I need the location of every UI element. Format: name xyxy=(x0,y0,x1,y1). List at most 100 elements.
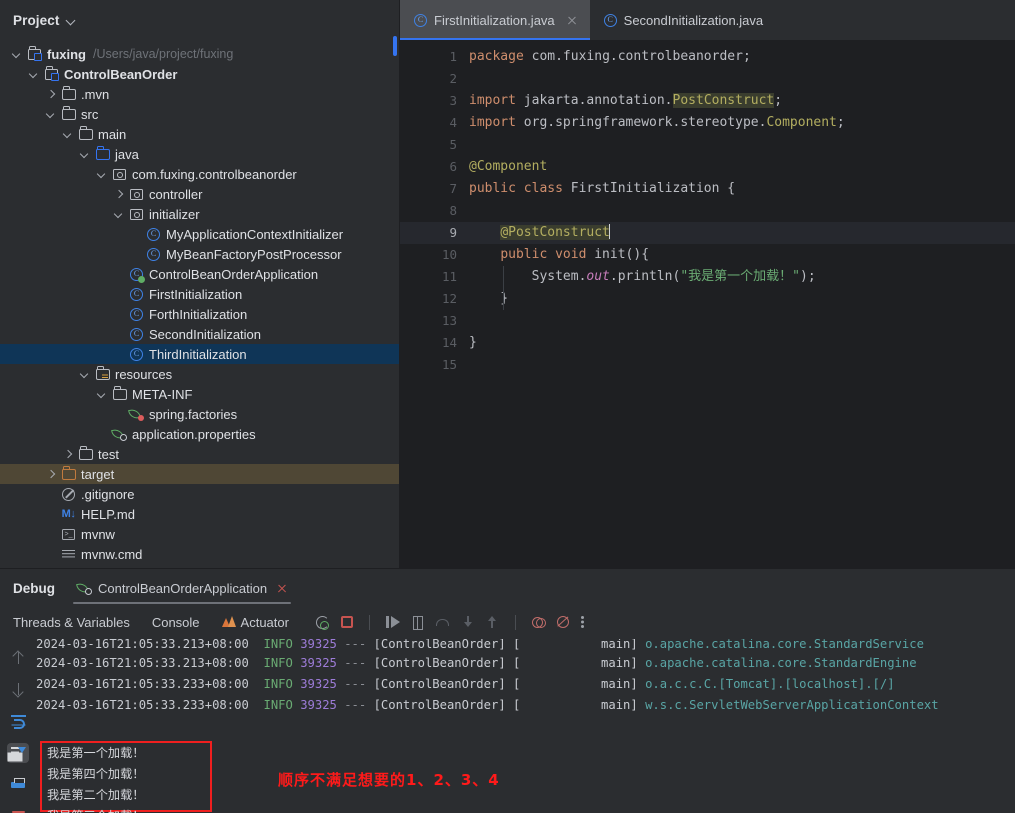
code-editor[interactable]: 1 2 3 4 5 6 7 8 9 10 11 12 13 14 15 package com.fuxing… xyxy=(400,40,1015,568)
tree-item-help-md[interactable]: M↓ HELP.md xyxy=(0,504,399,524)
clear-all-icon[interactable] xyxy=(7,807,29,813)
console-log-line: 2024-03-16T21:05:33.213+08:00 INFO 39325… xyxy=(36,639,1015,653)
chevron-down-icon[interactable] xyxy=(95,387,109,401)
tree-item-controller[interactable]: controller xyxy=(0,184,399,204)
editor-tab-1[interactable]: C FirstInitialization.java xyxy=(400,0,590,40)
chevron-down-icon[interactable] xyxy=(95,167,109,181)
tab-actuator[interactable]: Actuator xyxy=(221,615,302,630)
step-over-icon[interactable] xyxy=(435,616,451,628)
chevron-right-icon[interactable] xyxy=(61,447,75,461)
tree-item-mybeanfactorypostprocessor[interactable]: C MyBeanFactoryPostProcessor xyxy=(0,244,399,264)
tree-item-controlbeanorderapplication[interactable]: C ControlBeanOrderApplication xyxy=(0,264,399,284)
project-panel-header[interactable]: Project xyxy=(0,0,399,40)
editor-gutter[interactable]: 1 2 3 4 5 6 7 8 9 10 11 12 13 14 15 xyxy=(400,40,465,568)
tree-item-spring-factories[interactable]: spring.factories xyxy=(0,404,399,424)
actuator-icon xyxy=(221,616,236,628)
scroll-up-icon[interactable] xyxy=(7,647,29,667)
tree-item-test[interactable]: test xyxy=(0,444,399,464)
tree-item-secondinitialization[interactable]: C SecondInitialization xyxy=(0,324,399,344)
tree-item-label: target xyxy=(81,466,115,482)
mute-breakpoints-icon[interactable] xyxy=(557,616,570,629)
debug-run-config-tab[interactable]: ControlBeanOrderApplication xyxy=(73,569,292,607)
tree-item-mvn[interactable]: .mvn xyxy=(0,84,399,104)
print-icon[interactable] xyxy=(7,775,29,795)
resume-program-icon[interactable] xyxy=(385,616,401,629)
log-logger: o.apache.catalina.core.StandardEngine xyxy=(645,656,917,670)
tree-item-mvnw-cmd[interactable]: mvnw.cmd xyxy=(0,544,399,564)
step-into-icon[interactable] xyxy=(462,615,475,629)
scroll-down-icon[interactable] xyxy=(7,679,29,699)
editor-code-lines[interactable]: package com.fuxing.controlbeanorder; imp… xyxy=(465,40,1015,568)
tree-item-resources[interactable]: resources xyxy=(0,364,399,384)
folder-resources-icon xyxy=(94,365,111,382)
tree-item-target[interactable]: target xyxy=(0,464,399,484)
log-thread: main] xyxy=(601,656,638,670)
stop-icon[interactable] xyxy=(340,616,353,628)
tab-console[interactable]: Console xyxy=(152,615,213,630)
tree-item-meta-inf[interactable]: META-INF xyxy=(0,384,399,404)
tree-item-forthinitialization[interactable]: C ForthInitialization xyxy=(0,304,399,324)
tree-item-firstinitialization[interactable]: C FirstInitialization xyxy=(0,284,399,304)
project-scrollbar[interactable] xyxy=(393,36,397,56)
chevron-right-icon[interactable] xyxy=(44,87,58,101)
tree-item-mvnw[interactable]: >_ mvnw xyxy=(0,524,399,544)
log-timestamp: 2024-03-16T21:05:33.233+08:00 xyxy=(36,677,249,691)
tree-item-myapplicationcontextinitializer[interactable]: C MyApplicationContextInitializer xyxy=(0,224,399,244)
module-icon xyxy=(43,65,60,82)
close-icon[interactable] xyxy=(566,14,578,26)
console-log-line: 2024-03-16T21:05:33.213+08:00 INFO 39325… xyxy=(36,653,1015,674)
step-out-icon[interactable] xyxy=(486,615,499,629)
log-separator: --- xyxy=(344,639,367,651)
tree-item-main[interactable]: main xyxy=(0,124,399,144)
chevron-right-icon[interactable] xyxy=(112,187,126,201)
tree-item-application-properties[interactable]: application.properties xyxy=(0,424,399,444)
chevron-down-icon[interactable] xyxy=(78,367,92,381)
chevron-right-icon[interactable] xyxy=(44,467,58,481)
log-logger: o.a.c.c.C.[Tomcat].[localhost].[/] xyxy=(645,677,895,691)
line-number: 7 xyxy=(449,181,457,196)
log-app: [ControlBeanOrder] [ xyxy=(373,656,521,670)
chevron-down-icon[interactable] xyxy=(27,67,41,81)
scroll-to-end-icon[interactable] xyxy=(7,743,29,763)
close-icon[interactable] xyxy=(276,583,287,594)
more-options-icon[interactable] xyxy=(580,615,585,629)
chevron-down-icon[interactable] xyxy=(10,47,24,61)
tree-item-fuxing[interactable]: fuxing/Users/java/project/fuxing xyxy=(0,44,399,64)
gitignore-icon xyxy=(60,486,77,502)
editor-tab-label: FirstInitialization.java xyxy=(434,12,555,28)
tree-item-thirdinitialization[interactable]: C ThirdInitialization xyxy=(0,344,399,364)
view-breakpoints-icon[interactable] xyxy=(531,616,546,629)
tab-threads-and-variables[interactable]: Threads & Variables xyxy=(13,615,143,630)
java-runnable-class-icon: C xyxy=(128,266,145,283)
chevron-down-icon[interactable] xyxy=(112,207,126,221)
chevron-down-icon[interactable] xyxy=(44,107,58,121)
pause-program-icon[interactable] xyxy=(412,616,424,630)
chevron-down-icon[interactable] xyxy=(66,15,77,26)
tree-item-src[interactable]: src xyxy=(0,104,399,124)
tree-item-label: META-INF xyxy=(132,386,193,402)
tree-item-initializer[interactable]: initializer xyxy=(0,204,399,224)
folder-icon xyxy=(111,385,128,402)
rerun-icon[interactable] xyxy=(315,615,330,630)
tree-item-controlbeanorder[interactable]: ControlBeanOrder xyxy=(0,64,399,84)
tree-item-label: mvnw xyxy=(81,526,115,542)
chevron-down-icon[interactable] xyxy=(61,127,75,141)
tree-item-path: /Users/java/project/fuxing xyxy=(93,47,234,61)
soft-wrap-icon[interactable] xyxy=(7,711,29,731)
project-tree[interactable]: fuxing/Users/java/project/fuxing ControlB… xyxy=(0,40,399,568)
tree-item-label: spring.factories xyxy=(149,406,238,422)
chevron-down-icon[interactable] xyxy=(78,147,92,161)
line-number: 1 xyxy=(449,49,457,64)
log-separator: --- xyxy=(344,677,367,691)
tree-item-label: fuxing xyxy=(47,46,86,62)
log-app: [ControlBeanOrder] [ xyxy=(373,639,521,651)
tree-item-gitignore[interactable]: .gitignore xyxy=(0,484,399,504)
tree-item-com-fuxing-controlbeanorder[interactable]: com.fuxing.controlbeanorder xyxy=(0,164,399,184)
tree-item-java[interactable]: java xyxy=(0,144,399,164)
editor-tab-2[interactable]: C SecondInitialization.java xyxy=(590,0,775,40)
